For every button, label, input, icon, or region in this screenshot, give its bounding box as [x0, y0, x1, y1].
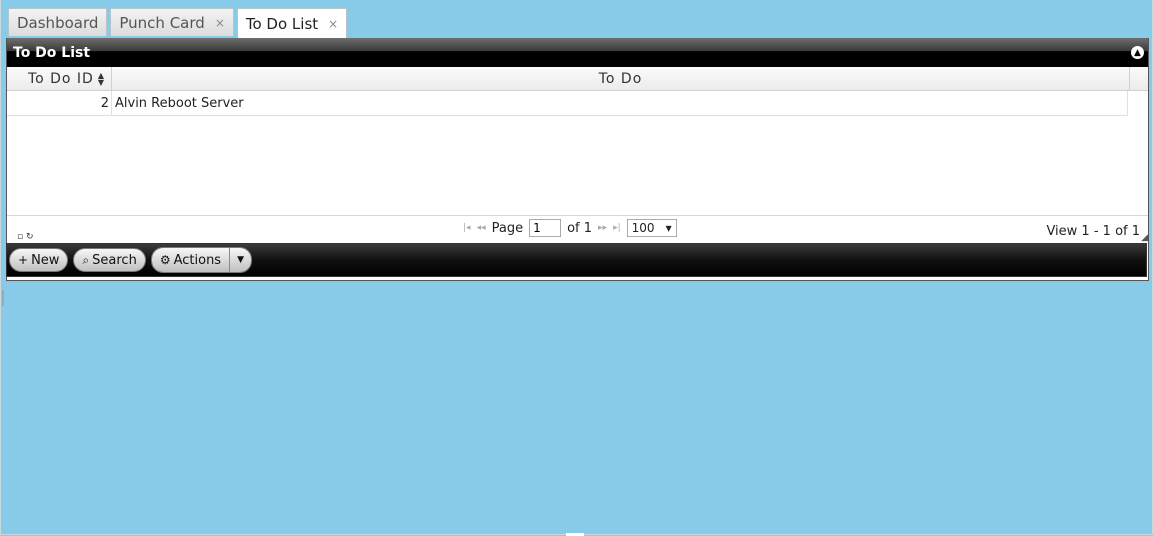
chevron-down-icon: ▾	[665, 221, 672, 235]
first-page-icon[interactable]: |◂	[463, 223, 471, 233]
table-row[interactable]: 2 Alvin Reboot Server	[7, 91, 1128, 116]
tab-label: Dashboard	[17, 13, 99, 32]
search-button-label: Search	[92, 252, 137, 268]
actions-button[interactable]: ⚙ Actions	[151, 248, 230, 272]
close-icon[interactable]: ×	[215, 16, 225, 30]
resize-grip-icon[interactable]: ◢	[1141, 233, 1148, 243]
grid-body: 2 Alvin Reboot Server	[7, 91, 1148, 215]
search-button[interactable]: ⌕ Search	[73, 248, 146, 272]
page-label: Page	[491, 220, 524, 236]
tab-to-do-list[interactable]: To Do List ×	[236, 8, 348, 38]
new-button[interactable]: + New	[9, 248, 69, 272]
action-toolbar: + New ⌕ Search ⚙ Actions ▼	[6, 243, 1147, 277]
pager: ▫ ↻ |◂ ◂◂ Page of 1 ▸▸ ▸| 100 ▾ View 1 -…	[7, 215, 1148, 243]
sort-icon[interactable]: ▲ ▼	[98, 71, 105, 86]
tab-dashboard[interactable]: Dashboard	[8, 8, 108, 36]
tab-punch-card[interactable]: Punch Card ×	[110, 8, 234, 36]
column-header-todo[interactable]: To Do	[112, 67, 1130, 90]
gear-icon: ⚙	[159, 253, 171, 267]
rows-per-page-value: 100	[631, 221, 655, 235]
collapse-icon[interactable]: ▲	[1131, 46, 1144, 59]
grid-header: To Do ID ▲ ▼ To Do	[7, 67, 1148, 91]
column-header-label: To Do ID	[27, 70, 94, 87]
tab-bar: Dashboard Punch Card × To Do List ×	[8, 8, 348, 38]
cell-todo: Alvin Reboot Server	[112, 91, 1128, 115]
prev-page-icon[interactable]: ◂◂	[477, 223, 486, 233]
close-icon[interactable]: ×	[328, 17, 338, 31]
magnifier-icon: ⌕	[82, 252, 90, 267]
pager-controls: |◂ ◂◂ Page of 1 ▸▸ ▸| 100 ▾	[463, 219, 677, 237]
actions-split-button: ⚙ Actions ▼	[150, 247, 253, 273]
rows-per-page-select[interactable]: 100 ▾	[626, 219, 677, 237]
actions-button-label: Actions	[173, 252, 222, 268]
view-info: View 1 - 1 of 1	[1046, 224, 1140, 239]
splitter-handle[interactable]	[2, 290, 4, 306]
chevron-down-icon: ▼	[237, 255, 245, 265]
page-count: of 1	[567, 220, 593, 236]
plus-icon: +	[18, 253, 29, 267]
next-page-icon[interactable]: ▸▸	[598, 223, 607, 233]
tab-label: Punch Card	[119, 13, 205, 32]
column-header-label: To Do	[598, 70, 643, 87]
cell-id: 2	[7, 91, 112, 115]
tab-label: To Do List	[245, 14, 319, 33]
actions-dropdown-button[interactable]: ▼	[229, 248, 252, 272]
page-number-input[interactable]	[529, 219, 562, 237]
panel-title-bar: To Do List ▲	[7, 38, 1148, 67]
new-button-label: New	[31, 252, 60, 268]
pager-options-icon[interactable]: ▫ ↻	[17, 232, 34, 242]
header-spacer	[1130, 67, 1148, 90]
last-page-icon[interactable]: ▸|	[613, 223, 621, 233]
column-header-id[interactable]: To Do ID ▲ ▼	[7, 67, 112, 90]
panel-title: To Do List	[13, 44, 91, 61]
